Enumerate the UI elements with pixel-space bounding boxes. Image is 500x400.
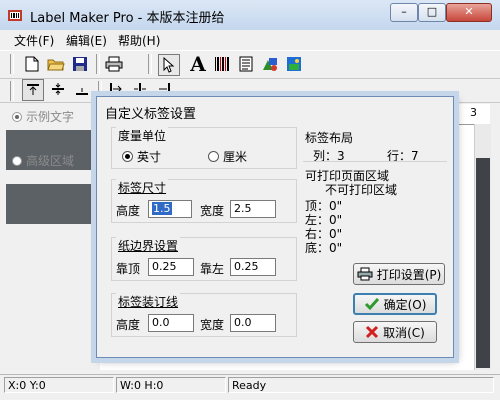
advanced-preview-area: [6, 184, 98, 224]
image-icon[interactable]: [284, 54, 304, 74]
binding-group: 标签装订线 高度 0.0 宽度 0.0: [111, 293, 297, 337]
align-middle-icon[interactable]: [48, 79, 68, 99]
main-window: Label Maker Pro - 本版本注册给 – □ ✕ 文件(F) 编辑(…: [0, 0, 500, 400]
window-title: Label Maker Pro - 本版本注册给: [30, 11, 225, 26]
print-icon[interactable]: [104, 54, 124, 74]
app-logo-icon: [8, 10, 22, 21]
vertical-scrollbar[interactable]: [474, 124, 491, 370]
ruler-mark: 3: [470, 106, 477, 119]
text-tool-icon[interactable]: A: [188, 52, 208, 76]
binding-width-field[interactable]: 0.0: [230, 314, 276, 332]
margin-left-field[interactable]: 0.25: [230, 258, 276, 276]
barcode-icon[interactable]: [212, 54, 232, 74]
minimize-button[interactable]: –: [390, 3, 418, 22]
unit-inch-radio[interactable]: 英寸: [122, 148, 161, 165]
align-top-icon[interactable]: [22, 79, 44, 101]
status-bar: X:0 Y:0 W:0 H:0 Ready: [0, 374, 500, 397]
cancel-button[interactable]: 取消(C): [353, 321, 437, 343]
radio-indicator: [208, 151, 219, 162]
label-height-value: 1.5: [152, 202, 172, 215]
toolbar-separator: [96, 54, 100, 74]
advanced-area-label: 高级区域: [26, 154, 75, 168]
status-state: Ready: [228, 377, 494, 393]
cross-icon: [366, 325, 379, 339]
binding-title: 标签装订线: [116, 293, 181, 310]
toolbar-separator: [148, 54, 152, 74]
ok-label: 确定(O): [383, 297, 427, 312]
open-folder-icon[interactable]: [46, 54, 66, 74]
radio-indicator: [12, 111, 22, 122]
printer-icon: [357, 267, 373, 281]
scrollbar-thumb[interactable]: [476, 158, 490, 368]
menu-bar: 文件(F) 编辑(E) 帮助(H): [0, 30, 500, 50]
ok-button[interactable]: 确定(O): [353, 293, 437, 315]
non-printable-area-title: 不可打印区域: [325, 183, 398, 197]
margins-group: 纸边界设置 靠顶 0.25 靠左 0.25: [111, 237, 297, 281]
document-icon[interactable]: [236, 54, 256, 74]
radio-indicator: [122, 151, 133, 162]
unit-group-title: 度量单位: [116, 127, 169, 144]
radio-indicator: [12, 155, 22, 166]
binding-height-label: 高度: [116, 318, 141, 332]
pointer-icon[interactable]: [158, 54, 180, 76]
toolbar-separator: [10, 54, 14, 74]
menu-edit[interactable]: 编辑(E): [66, 32, 107, 49]
checkmark-icon: [364, 298, 379, 311]
title-bar: Label Maker Pro - 本版本注册给 – □ ✕: [0, 0, 500, 31]
sample-text-label: 示例文字: [26, 110, 75, 124]
dialog-title: 自定义标签设置: [105, 107, 197, 122]
print-settings-button[interactable]: 打印设置(P): [353, 263, 445, 285]
margin-bottom-info: 底：0": [305, 241, 343, 255]
margin-left-label: 靠左: [200, 262, 225, 276]
label-size-group: 标签尺寸 高度 1.5 宽度 2.5: [111, 179, 297, 223]
binding-height-field[interactable]: 0.0: [148, 314, 194, 332]
unit-inch-label: 英寸: [137, 150, 162, 164]
advanced-area-option[interactable]: 高级区域: [12, 152, 74, 169]
main-toolbar: A: [0, 50, 500, 79]
unit-group: 度量单位 英寸 厘米: [111, 127, 297, 169]
margin-top-label: 靠顶: [116, 262, 141, 276]
layout-title: 标签布局: [305, 131, 354, 145]
cancel-label: 取消(C): [383, 325, 425, 340]
unit-cm-radio[interactable]: 厘米: [208, 148, 247, 165]
label-height-label: 高度: [116, 204, 141, 218]
label-width-field[interactable]: 2.5: [230, 200, 276, 218]
margin-top-field[interactable]: 0.25: [148, 258, 194, 276]
label-size-title: 标签尺寸: [116, 179, 169, 196]
print-settings-label: 打印设置(P): [376, 267, 442, 282]
align-bottom-icon[interactable]: [72, 79, 92, 99]
unit-cm-label: 厘米: [223, 150, 248, 164]
save-icon[interactable]: [70, 54, 90, 74]
binding-width-label: 宽度: [200, 318, 225, 332]
new-file-icon[interactable]: [22, 54, 42, 74]
left-panel: 示例文字 高级区域: [6, 104, 98, 370]
menu-file[interactable]: 文件(F): [14, 32, 54, 49]
close-button[interactable]: ✕: [446, 3, 492, 22]
margins-title: 纸边界设置: [116, 237, 181, 254]
label-height-field[interactable]: 1.5: [148, 200, 192, 218]
shapes-icon[interactable]: [260, 54, 280, 74]
maximize-button[interactable]: □: [418, 3, 446, 22]
status-size: W:0 H:0: [116, 377, 226, 393]
custom-label-settings-dialog: 自定义标签设置 度量单位 英寸 厘米 标签尺寸 高度 1.5 宽度 2.5 纸边…: [96, 96, 454, 358]
toolbar-separator: [10, 81, 14, 101]
status-coords: X:0 Y:0: [4, 377, 114, 393]
sample-text-option[interactable]: 示例文字: [12, 108, 74, 125]
label-width-label: 宽度: [200, 204, 225, 218]
menu-help[interactable]: 帮助(H): [118, 32, 160, 49]
